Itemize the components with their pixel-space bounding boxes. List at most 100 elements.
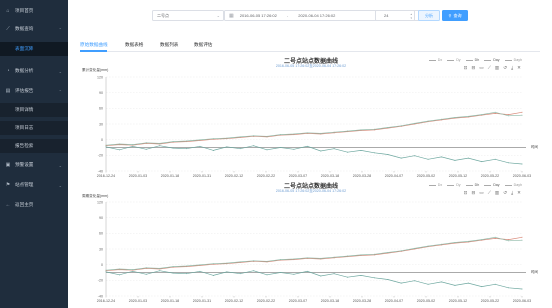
data-point (347, 255, 349, 257)
data-point (320, 275, 322, 277)
data-point (427, 245, 429, 247)
sidebar-item-label: 评估报告 (15, 88, 34, 93)
data-point (105, 144, 107, 146)
sidebar-item-report[interactable]: ▤ 评估报告 ⌃ (0, 84, 68, 98)
data-point (293, 148, 295, 150)
series-line (105, 145, 523, 165)
data-point (199, 264, 201, 266)
x-tick-label: 2020-06-03 (513, 174, 531, 178)
tab-data-table[interactable]: 数据表格 (125, 42, 143, 48)
data-point (508, 115, 510, 117)
data-point (186, 140, 188, 142)
interval-value: 24 (384, 13, 389, 18)
search-icon: ⚲ (448, 13, 452, 18)
x-tick-label: 2020-03-28 (353, 174, 371, 178)
data-point (159, 145, 161, 147)
data-point (467, 240, 469, 242)
data-point (132, 145, 134, 147)
data-point (360, 274, 362, 276)
data-point (266, 135, 268, 137)
interval-input[interactable]: 24 ▴ ▾ (375, 10, 415, 21)
tab-raw-curve[interactable]: 原始数据曲线 (80, 42, 108, 48)
y-tick-label: 90 (99, 216, 103, 220)
chevron-up-icon: ⌃ (58, 26, 62, 32)
analyze-button[interactable]: 分析 (418, 10, 440, 21)
data-point (373, 277, 375, 279)
data-point (414, 122, 416, 124)
sidebar-item-home[interactable]: ⌂ 项目首页 (0, 4, 68, 18)
data-point (481, 114, 483, 116)
data-point (427, 158, 429, 160)
x-tick-label: 2020-01-03 (129, 174, 147, 178)
sidebar-item-data-query[interactable]: ⟋ 数据查询 ⌃ (0, 22, 68, 36)
spinner-icon[interactable]: ▴ ▾ (410, 12, 412, 20)
data-point (494, 111, 496, 113)
data-point (253, 260, 255, 262)
data-point (172, 266, 174, 268)
data-point (400, 125, 402, 127)
sidebar-item-label: 数据查询 (15, 26, 34, 31)
tab-data-list[interactable]: 数据列表 (160, 42, 178, 48)
sidebar-item-back-home[interactable]: ← 返回主页 (0, 198, 68, 212)
data-point (212, 274, 214, 276)
data-point (400, 250, 402, 252)
station-icon: ⚑ (5, 182, 11, 188)
sidebar-item-label: 项目首页 (15, 8, 34, 13)
data-point (414, 247, 416, 249)
chevron-down-icon: ⌄ (58, 182, 62, 188)
data-point (508, 239, 510, 241)
sidebar-item-alarm-settings[interactable]: ▣ 预警设置 ⌄ (0, 158, 68, 172)
data-point (293, 133, 295, 135)
data-point (454, 242, 456, 244)
data-point (279, 147, 281, 148)
data-point (440, 156, 442, 158)
pie-chart-icon: ◔ (6, 68, 10, 74)
sidebar-item-surface-settlement[interactable]: 表面沉降 (0, 42, 68, 56)
sidebar-item-project-log[interactable]: 项目日志 (0, 121, 68, 135)
data-point (145, 142, 147, 144)
x-tick-label: 2020-01-31 (193, 299, 211, 303)
data-point (253, 270, 255, 272)
data-point (454, 159, 456, 161)
station-select[interactable]: 二号点 ⌄ (152, 10, 224, 21)
data-point (373, 152, 375, 154)
data-point (105, 269, 107, 271)
tab-data-evaluation[interactable]: 数据评估 (194, 42, 212, 48)
data-point (132, 269, 134, 271)
y-tick-label: 0 (101, 263, 103, 267)
x-tick-label: 2020-03-07 (289, 174, 307, 178)
sidebar-item-label: 表面沉降 (15, 46, 34, 51)
y-tick-label: 60 (99, 232, 103, 236)
chart-periodic: 二号点站点数据曲线 2016-06-05 17:26:02至2020-06-04… (80, 180, 542, 308)
data-point (494, 112, 496, 114)
sidebar-item-report-search[interactable]: 报告检索 (0, 139, 68, 153)
sidebar-item-data-analysis[interactable]: ◔ 数据分析 ⌄ (0, 64, 68, 78)
chart-plot: 120 90 60 30 0 -20 -402016-12-24 2020-01-03 2020… (97, 75, 531, 178)
x-tick-label: 2020-05-02 (417, 174, 435, 178)
data-point (239, 273, 241, 275)
x-tick-label: 2016-12-24 (97, 174, 115, 178)
x-tick-label: 2020-03-18 (321, 299, 339, 303)
data-point (239, 136, 241, 138)
sidebar-item-label: 预警设置 (15, 162, 34, 167)
chart-plot: 120 90 60 30 0 -20 -402016-12-24 2020-01-03 2020… (97, 200, 531, 303)
data-point (333, 131, 335, 133)
data-point (440, 118, 442, 120)
sidebar-item-project-detail[interactable]: 项目详情 (0, 103, 68, 117)
data-point (159, 267, 161, 269)
data-point (293, 273, 295, 275)
tab-active-indicator (80, 50, 107, 52)
data-point (253, 135, 255, 137)
back-icon: ← (5, 202, 11, 208)
y-tick-label: -40 (98, 169, 103, 173)
data-point (266, 260, 268, 262)
x-tick-label: 2020-02-22 (257, 299, 275, 303)
series-line (105, 111, 523, 146)
data-point (320, 150, 322, 152)
data-point (159, 142, 161, 144)
data-point (373, 128, 375, 130)
query-button[interactable]: ⚲ 查询 (442, 10, 468, 21)
data-point (508, 287, 510, 289)
home-icon: ⌂ (6, 8, 10, 14)
sidebar-item-station-management[interactable]: ⚑ 站点管理 ⌄ (0, 178, 68, 192)
